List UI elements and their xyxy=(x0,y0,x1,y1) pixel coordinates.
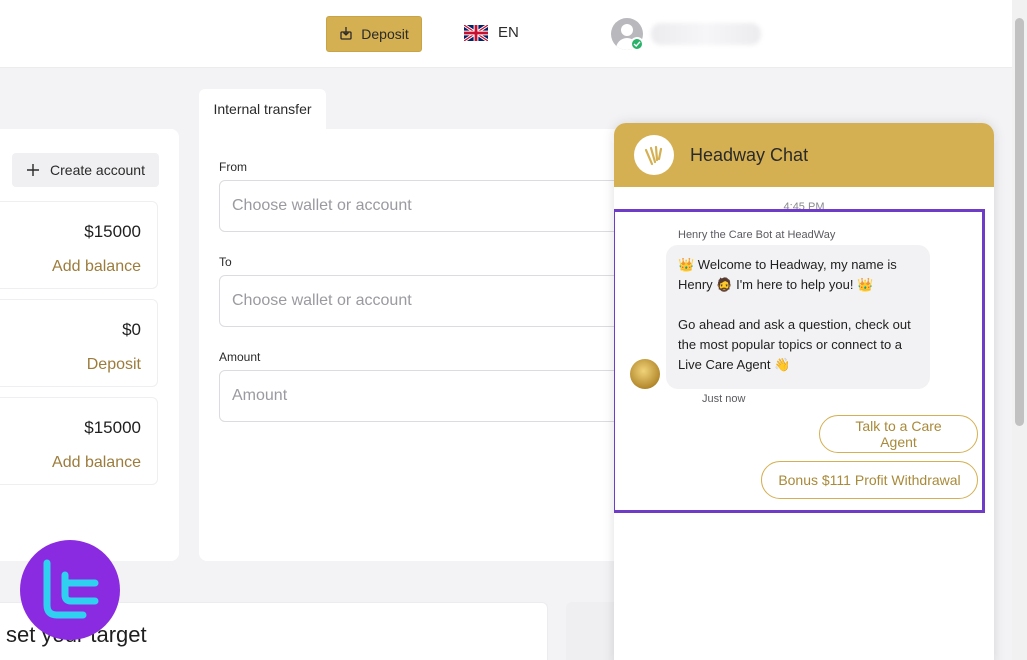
headway-logo-icon xyxy=(634,135,674,175)
language-selector[interactable]: EN xyxy=(464,24,519,41)
message-text: 👑 Welcome to Headway, my name is Henry 🧔… xyxy=(678,257,897,292)
transfer-form: From To Amount xyxy=(199,129,639,561)
language-label: EN xyxy=(498,24,519,41)
plus-icon xyxy=(27,164,40,176)
deposit-link[interactable]: Deposit xyxy=(87,356,141,374)
deposit-button[interactable]: Deposit xyxy=(326,16,422,52)
add-balance-link[interactable]: Add balance xyxy=(52,454,141,472)
tab-internal-transfer[interactable]: Internal transfer xyxy=(199,89,326,129)
check-icon xyxy=(630,37,644,51)
amount-label: Amount xyxy=(219,350,261,364)
account-item[interactable]: $15000 Add balance xyxy=(0,201,158,289)
message-status: Just now xyxy=(702,393,746,405)
username-redacted xyxy=(651,23,761,45)
account-item[interactable]: $15000 Add balance xyxy=(0,397,158,485)
page-scrollbar[interactable] xyxy=(1012,0,1027,660)
account-balance: $15000 xyxy=(84,418,141,437)
message-sender: Henry the Care Bot at HeadWay xyxy=(678,229,836,241)
top-bar: Deposit EN xyxy=(0,0,1012,68)
accounts-card: Create account $15000 Add balance $0 Dep… xyxy=(0,129,179,561)
to-label: To xyxy=(219,255,232,269)
deposit-button-label: Deposit xyxy=(361,26,409,42)
from-label: From xyxy=(219,160,247,174)
uk-flag-icon xyxy=(464,24,488,41)
scrollbar-thumb[interactable] xyxy=(1015,18,1024,426)
bot-avatar-icon xyxy=(630,359,660,389)
create-account-button[interactable]: Create account xyxy=(12,153,159,187)
bot-message: 👑 Welcome to Headway, my name is Henry 🧔… xyxy=(666,245,930,389)
download-icon xyxy=(339,26,353,43)
bonus-withdrawal-button[interactable]: Bonus $111 Profit Withdrawal xyxy=(761,461,978,499)
chat-title: Headway Chat xyxy=(690,145,809,165)
create-account-label: Create account xyxy=(50,162,145,178)
chat-widget: Headway Chat 4:45 PM Henry the Care Bot … xyxy=(614,123,994,660)
chat-header: Headway Chat xyxy=(614,123,994,187)
from-select[interactable] xyxy=(219,180,639,232)
add-balance-link[interactable]: Add balance xyxy=(52,258,141,276)
message-text: Go ahead and ask a question, check out t… xyxy=(678,317,911,372)
account-item[interactable]: $0 Deposit xyxy=(0,299,158,387)
account-balance: $15000 xyxy=(84,222,141,241)
to-select[interactable] xyxy=(219,275,639,327)
amount-input[interactable] xyxy=(219,370,639,422)
tc-logo-icon xyxy=(20,540,120,640)
account-balance: $0 xyxy=(122,320,141,339)
talk-to-agent-button[interactable]: Talk to a Care Agent xyxy=(819,415,978,453)
